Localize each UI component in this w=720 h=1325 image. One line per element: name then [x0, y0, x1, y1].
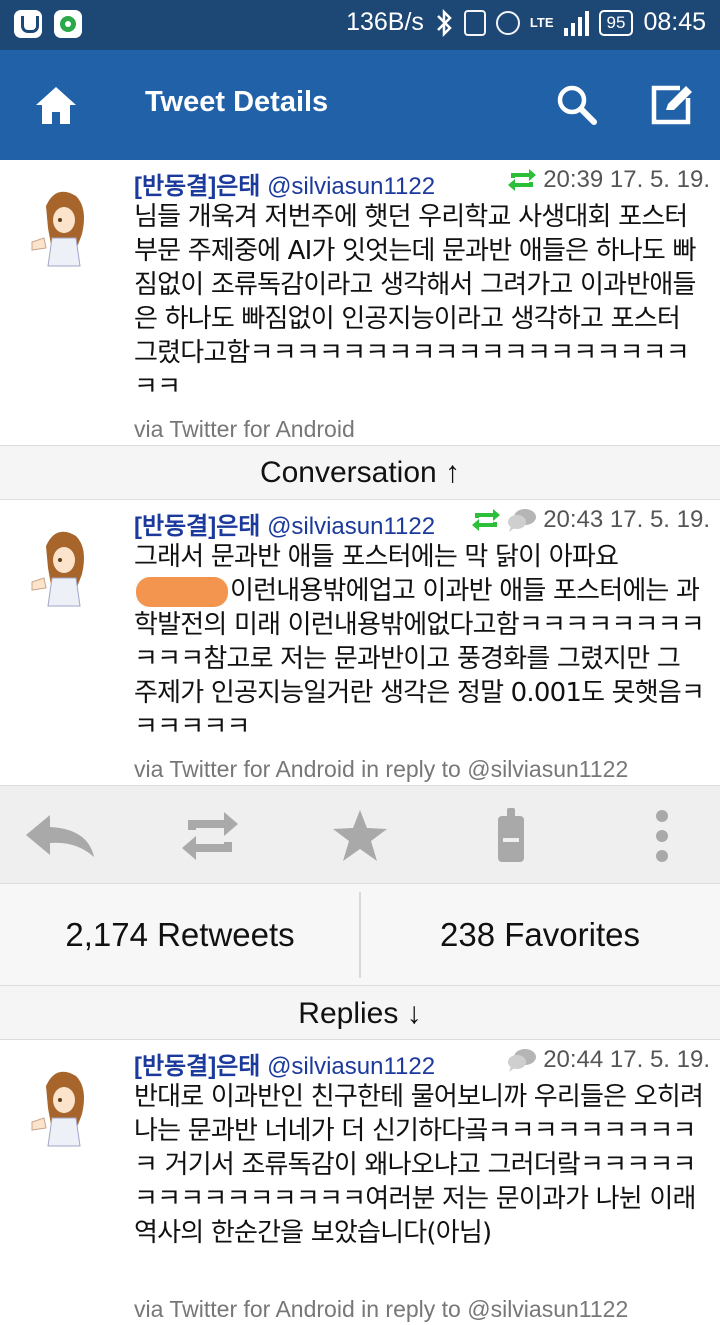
avatar[interactable] [18, 516, 112, 610]
tweet-stats: 2,174 Retweets 238 Favorites [0, 884, 720, 986]
search-icon[interactable] [556, 84, 598, 126]
page-title: Tweet Details [145, 86, 329, 118]
avatar-image [31, 191, 84, 267]
reply-icon [26, 815, 94, 857]
conversation-icon [508, 509, 537, 532]
green-app-icon [54, 10, 82, 38]
action-bar [0, 786, 720, 884]
main-tweet[interactable]: [반동결]은태 @silviasun1122 20:39 17. 5. 19. … [0, 160, 720, 446]
battery-icon: 95 [598, 9, 634, 36]
avatar[interactable] [18, 1056, 112, 1150]
app-bar: Tweet Details [0, 50, 720, 160]
tweet-source: via Twitter for Android in reply to @sil… [134, 1296, 629, 1322]
redaction-mark [136, 576, 228, 607]
conversation-tweet[interactable]: [반동결]은태 @silviasun1122 20:43 17. 5. 19. … [0, 500, 720, 786]
favorite-star-icon [333, 810, 387, 861]
author-name[interactable]: [반동결]은태 [134, 513, 260, 540]
author-handle[interactable]: @silviasun1122 [267, 173, 435, 200]
conversation-label[interactable]: Conversation ↑ [0, 446, 720, 500]
tweet-text: 반대로 이과반인 친구한테 물어보니까 우리들은 오히려 나는 문과반 너네가 … [134, 1082, 704, 1248]
u-app-icon [14, 10, 42, 38]
phone-share-icon [498, 808, 524, 862]
author-handle[interactable]: @silviasun1122 [267, 1053, 435, 1080]
tweet-source: via Twitter for Android in reply to @sil… [134, 756, 629, 782]
tweet-text: 님들 개욱겨 저번주에 햇던 우리학교 사생대회 포스터부문 주제중에 AI가 … [134, 202, 696, 402]
network-type: LTE [529, 15, 554, 30]
author-name[interactable]: [반동결]은태 [134, 1053, 260, 1080]
reply-button[interactable] [20, 806, 100, 866]
retweet-count[interactable]: 2,174 Retweets [0, 884, 360, 986]
network-speed: 136B/s [346, 8, 424, 36]
conversation-icon [508, 1049, 537, 1072]
avatar-image [31, 531, 84, 607]
share-button[interactable] [471, 806, 551, 866]
clock: 08:45 [643, 8, 706, 36]
avatar[interactable] [18, 176, 112, 270]
tweet-timestamp: 20:43 17. 5. 19. [543, 506, 710, 533]
retweet-icon [182, 812, 238, 860]
vibrate-icon [463, 9, 486, 36]
status-bar: 136B/s LTE 95 08:45 [0, 0, 720, 50]
author-name[interactable]: [반동결]은태 [134, 173, 260, 200]
more-options-button[interactable] [622, 806, 702, 866]
favorite-count[interactable]: 238 Favorites [360, 884, 720, 986]
retweet-button[interactable] [170, 806, 250, 866]
tweet-text: 그래서 문과반 애들 포스터에는 막 닭이 아파요 이런내용밖에업고 이과반 애… [134, 540, 710, 744]
avatar-image [31, 1071, 84, 1147]
tweet-timestamp: 20:39 17. 5. 19. [543, 166, 710, 193]
signal-icon [563, 10, 589, 36]
compose-icon[interactable] [650, 84, 694, 126]
replies-label[interactable]: Replies ↓ [0, 986, 720, 1040]
more-options-icon [656, 810, 668, 862]
home-icon[interactable] [34, 84, 78, 126]
reply-tweet[interactable]: [반동결]은태 @silviasun1122 20:44 17. 5. 19. … [0, 1040, 720, 1325]
bluetooth-icon [437, 8, 452, 37]
author-handle[interactable]: @silviasun1122 [267, 513, 435, 540]
favorite-button[interactable] [320, 806, 400, 866]
retweet-indicator-icon [472, 509, 501, 531]
tweet-text-start: 그래서 문과반 애들 포스터에는 막 닭이 아파요 [134, 542, 619, 572]
tweet-source: via Twitter for Android [134, 416, 355, 442]
tweet-timestamp: 20:44 17. 5. 19. [543, 1046, 710, 1073]
retweet-indicator-icon [508, 169, 537, 191]
alarm-icon [495, 10, 520, 35]
